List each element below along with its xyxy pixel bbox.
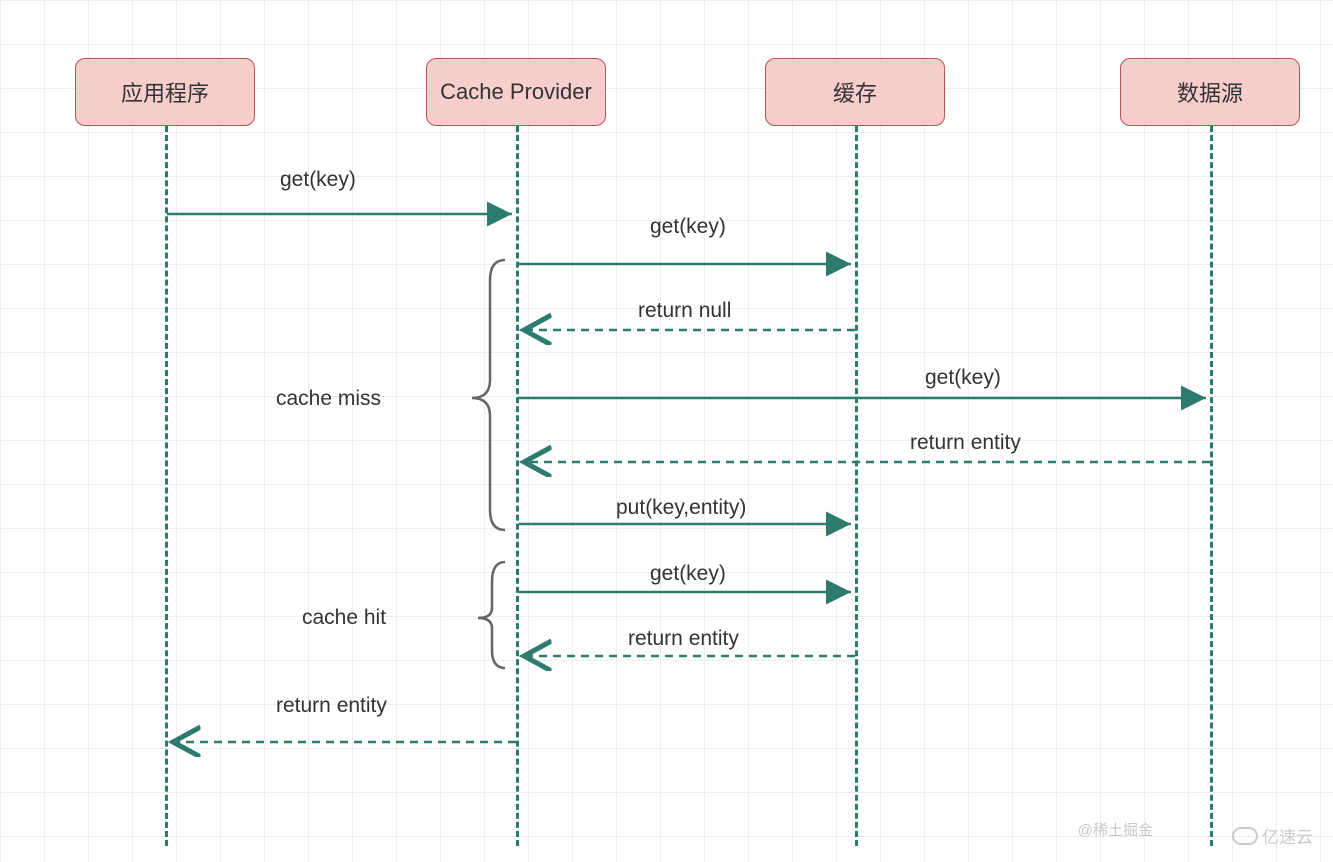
group-cache-hit: cache hit <box>302 606 386 630</box>
msg-put-key-entity: put(key,entity) <box>616 496 746 520</box>
msg-return-entity-2: return entity <box>628 627 739 651</box>
msg-get-key-1: get(key) <box>280 168 356 192</box>
msg-get-key-2: get(key) <box>650 215 726 239</box>
watermark-brand-text: 亿速云 <box>1262 823 1313 848</box>
msg-get-key-3: get(key) <box>925 366 1001 390</box>
sequence-diagram: 应用程序 Cache Provider 缓存 数据源 <box>0 0 1333 862</box>
msg-return-null: return null <box>638 299 731 323</box>
arrows-layer <box>0 0 1333 862</box>
watermark-source: @稀土掘金 <box>1078 819 1153 840</box>
group-cache-miss: cache miss <box>276 387 381 411</box>
msg-get-key-4: get(key) <box>650 562 726 586</box>
watermark-text: @稀土掘金 <box>1078 822 1153 839</box>
msg-return-entity-1: return entity <box>910 431 1021 455</box>
msg-return-entity-3: return entity <box>276 694 387 718</box>
cloud-icon <box>1232 827 1258 845</box>
watermark-brand: 亿速云 <box>1232 823 1313 848</box>
